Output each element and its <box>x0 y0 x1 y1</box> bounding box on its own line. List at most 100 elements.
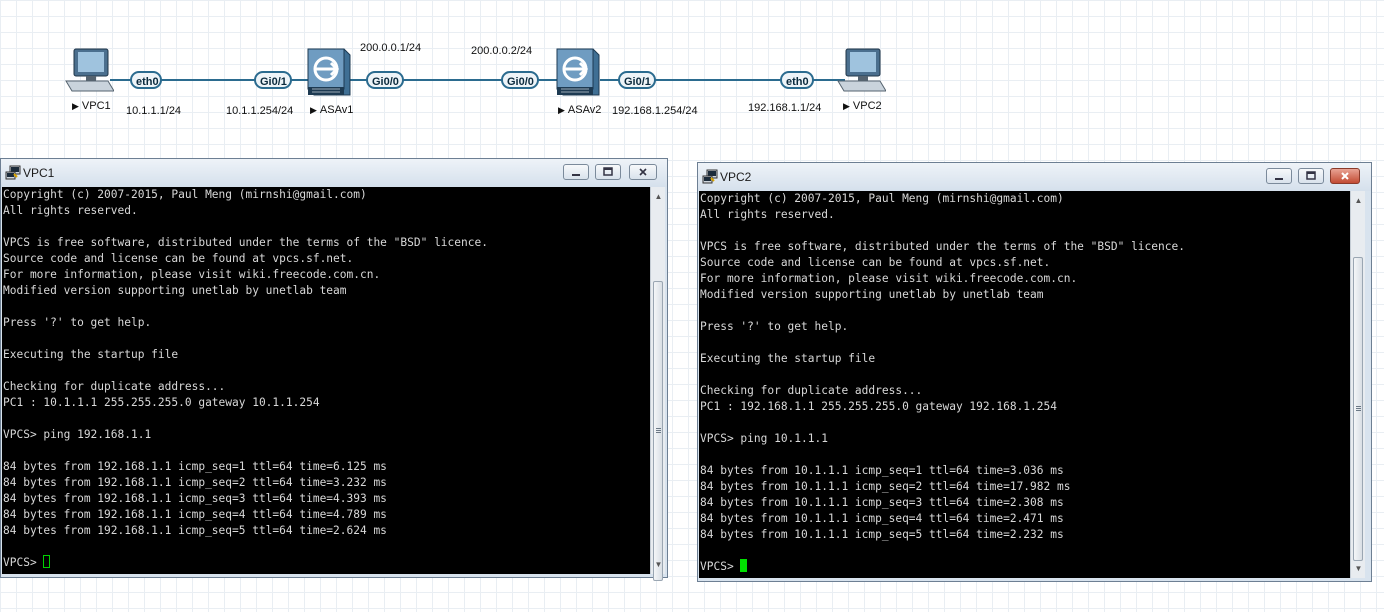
asa-firewall-icon <box>556 48 600 96</box>
terminal-line: VPCS is free software, distributed under… <box>3 236 488 249</box>
node-asav2[interactable] <box>553 43 601 99</box>
maximize-button[interactable] <box>1298 168 1324 184</box>
terminal-output[interactable]: Copyright (c) 2007-2015, Paul Meng (mirn… <box>2 187 650 574</box>
terminal-line: 84 bytes from 192.168.1.1 icmp_seq=1 ttl… <box>3 460 387 473</box>
scrollbar-thumb[interactable] <box>653 281 663 581</box>
window-title: VPC2 <box>720 170 752 184</box>
terminal-line: Checking for duplicate address... <box>3 380 226 393</box>
terminal-window-vpc2[interactable]: VPC2 Copyright (c) 2007-2015, Paul Meng … <box>697 162 1372 582</box>
putty-terminal-icon <box>702 169 718 184</box>
node-label-vpc1: ▶ VPC1 <box>72 100 111 112</box>
window-titlebar[interactable]: VPC2 <box>698 163 1371 191</box>
address-label-asav1-inside: 10.1.1.254/24 <box>226 105 294 117</box>
terminal-lines: Copyright (c) 2007-2015, Paul Meng (mirn… <box>2 187 650 555</box>
iface-asav2-gi00[interactable]: Gi0/0 <box>501 71 539 89</box>
scroll-up-arrow-icon[interactable]: ▲ <box>1351 193 1366 208</box>
terminal-lines: Copyright (c) 2007-2015, Paul Meng (mirn… <box>699 191 1350 559</box>
prompt-line[interactable]: VPCS> <box>699 559 1350 575</box>
address-label-asav2-inside: 192.168.1.254/24 <box>612 105 698 117</box>
cursor <box>43 555 51 568</box>
terminal-line: 84 bytes from 192.168.1.1 icmp_seq=2 ttl… <box>3 476 387 489</box>
terminal-line: Press '?' to get help. <box>700 320 849 333</box>
maximize-button[interactable] <box>595 164 621 180</box>
iface-asav2-gi01[interactable]: Gi0/1 <box>618 71 656 89</box>
terminal-output[interactable]: Copyright (c) 2007-2015, Paul Meng (mirn… <box>699 191 1350 578</box>
address-label-vpc1: 10.1.1.1/24 <box>126 105 182 117</box>
terminal-line: Press '?' to get help. <box>3 316 152 329</box>
address-label-asav1-outside: 200.0.0.1/24 <box>360 42 422 54</box>
scroll-down-arrow-icon[interactable]: ▼ <box>651 557 666 572</box>
terminal-line: Modified version supporting unetlab by u… <box>700 288 1044 301</box>
address-label-asav2-outside: 200.0.0.2/24 <box>471 45 533 57</box>
asa-firewall-icon <box>307 48 351 96</box>
window-titlebar[interactable]: VPC1 <box>1 159 667 187</box>
putty-terminal-icon <box>5 165 21 180</box>
terminal-line: PC1 : 10.1.1.1 255.255.255.0 gateway 10.… <box>3 396 320 409</box>
desktop-pc-icon <box>837 48 887 92</box>
close-button[interactable] <box>1330 168 1360 184</box>
terminal-line: 84 bytes from 192.168.1.1 icmp_seq=3 ttl… <box>3 492 387 505</box>
terminal-line: 84 bytes from 10.1.1.1 icmp_seq=1 ttl=64… <box>700 464 1064 477</box>
node-label-asav1: ▶ ASAv1 <box>310 104 354 116</box>
vertical-scrollbar[interactable]: ▲ ▼ <box>1350 191 1365 578</box>
prompt-text: VPCS> <box>700 560 741 573</box>
terminal-line: Copyright (c) 2007-2015, Paul Meng (mirn… <box>3 188 367 201</box>
desktop-pc-icon <box>65 48 115 92</box>
terminal-line: Checking for duplicate address... <box>700 384 923 397</box>
close-button[interactable] <box>629 164 657 180</box>
terminal-line: Executing the startup file <box>3 348 179 361</box>
prompt-text: VPCS> <box>3 556 44 569</box>
terminal-line: Modified version supporting unetlab by u… <box>3 284 347 297</box>
terminal-line: 84 bytes from 192.168.1.1 icmp_seq=5 ttl… <box>3 524 387 537</box>
vertical-scrollbar[interactable]: ▲ ▼ <box>650 187 666 581</box>
scroll-down-arrow-icon[interactable]: ▼ <box>1351 561 1366 576</box>
node-vpc1[interactable] <box>64 47 115 95</box>
iface-asav1-gi00[interactable]: Gi0/0 <box>366 71 404 89</box>
terminal-line: Source code and license can be found at … <box>700 256 1051 269</box>
terminal-line: VPCS is free software, distributed under… <box>700 240 1185 253</box>
address-label-vpc2: 192.168.1.1/24 <box>748 102 822 114</box>
terminal-line: 84 bytes from 10.1.1.1 icmp_seq=5 ttl=64… <box>700 528 1064 541</box>
terminal-line: 84 bytes from 10.1.1.1 icmp_seq=3 ttl=64… <box>700 496 1064 509</box>
terminal-line: All rights reserved. <box>3 204 138 217</box>
minimize-button[interactable] <box>563 164 589 180</box>
cursor <box>740 559 748 572</box>
terminal-line: For more information, please visit wiki.… <box>700 272 1078 285</box>
scrollbar-thumb[interactable] <box>1353 257 1363 561</box>
terminal-line: Source code and license can be found at … <box>3 252 354 265</box>
iface-vpc1-eth0[interactable]: eth0 <box>130 71 162 89</box>
iface-asav1-gi01[interactable]: Gi0/1 <box>254 71 292 89</box>
terminal-window-vpc1[interactable]: VPC1 Copyright (c) 2007-2015, Paul Meng … <box>0 158 668 581</box>
terminal-line: PC1 : 192.168.1.1 255.255.255.0 gateway … <box>700 400 1057 413</box>
window-title: VPC1 <box>23 166 55 180</box>
prompt-line[interactable]: VPCS> <box>2 555 650 571</box>
node-asav1[interactable] <box>304 43 352 99</box>
terminal-line: 84 bytes from 10.1.1.1 icmp_seq=2 ttl=64… <box>700 480 1071 493</box>
terminal-line: 84 bytes from 192.168.1.1 icmp_seq=4 ttl… <box>3 508 387 521</box>
terminal-line: All rights reserved. <box>700 208 835 221</box>
terminal-line: VPCS> ping 10.1.1.1 <box>700 432 828 445</box>
terminal-line: Copyright (c) 2007-2015, Paul Meng (mirn… <box>700 192 1064 205</box>
node-label-asav2: ▶ ASAv2 <box>558 104 602 116</box>
node-label-vpc2: ▶ VPC2 <box>843 100 882 112</box>
terminal-line: Executing the startup file <box>700 352 876 365</box>
minimize-button[interactable] <box>1266 168 1292 184</box>
iface-vpc2-eth0[interactable]: eth0 <box>780 71 814 89</box>
scroll-up-arrow-icon[interactable]: ▲ <box>651 189 666 204</box>
terminal-line: VPCS> ping 192.168.1.1 <box>3 428 152 441</box>
terminal-line: For more information, please visit wiki.… <box>3 268 381 281</box>
terminal-line: 84 bytes from 10.1.1.1 icmp_seq=4 ttl=64… <box>700 512 1064 525</box>
node-vpc2[interactable] <box>836 47 887 95</box>
